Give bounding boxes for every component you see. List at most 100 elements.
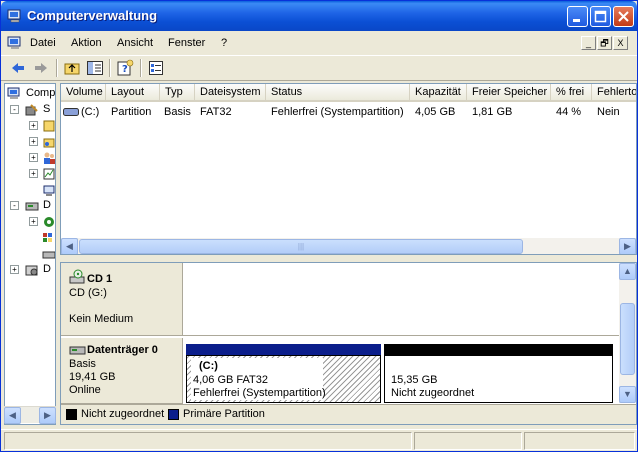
child-close-button[interactable]: X [613,36,628,50]
partition-size: 15,35 GB [391,374,438,386]
minimize-button[interactable] [567,6,588,27]
unallocated-body[interactable]: 15,35 GB Nicht zugeordnet [384,355,613,403]
tree-item-storage[interactable]: - D [5,198,55,214]
child-restore-button[interactable]: 🗗 [597,36,612,50]
expand-button[interactable]: + [29,169,38,178]
forward-arrow-icon[interactable] [32,59,50,77]
disk-media-status: Kein Medium [69,313,134,325]
show-hide-tree-icon[interactable] [86,59,104,77]
column-header-dateisystem[interactable]: Dateisystem [195,84,266,102]
cell-volume: (C:) [81,106,100,118]
disk-info-cd[interactable]: CD 1 CD (G:) Kein Medium [61,263,183,336]
partition-size: 4,06 GB FAT32 [193,374,269,386]
cell-dateisystem: FAT32 [200,106,232,118]
properties-icon[interactable] [147,59,165,77]
disk-row-cd[interactable]: CD 1 CD (G:) Kein Medium [61,263,619,336]
expand-button[interactable]: + [29,121,38,130]
collapse-button[interactable]: - [10,201,19,210]
tree-item-disk-management[interactable] [5,246,55,262]
partition-status: Nicht zugeordnet [391,387,475,399]
shared-folder-icon [43,138,55,148]
menu-fenster[interactable]: Fenster [168,37,205,49]
tree-item-services[interactable]: + D [5,262,55,278]
collapse-button[interactable]: - [10,105,19,114]
disk-size: 19,41 GB [69,371,116,383]
cd-empty-area[interactable] [183,263,619,336]
child-minimize-button[interactable]: _ [581,36,596,50]
scroll-left-button[interactable]: ◀ [4,407,21,424]
menu-aktion[interactable]: Aktion [71,37,102,49]
removable-storage-icon [44,217,54,227]
tree-item-removable-storage[interactable]: + [5,214,55,230]
disk-online-status: Online [69,384,101,396]
status-pane-3 [524,432,635,450]
unallocated-bar [384,344,613,355]
close-button[interactable] [613,6,634,27]
status-bar [1,429,637,451]
menu-ansicht[interactable]: Ansicht [117,37,153,49]
hard-disk-icon [69,346,86,355]
performance-icon [43,168,55,180]
status-pane-main [4,432,412,450]
cell-freier-speicher: 1,81 GB [472,106,513,118]
cd-drive-icon [69,269,85,284]
tree-item-label: Comp [26,87,56,99]
volume-list[interactable]: Volume Layout Typ Dateisystem Status Kap… [60,83,637,255]
tree-horizontal-scrollbar[interactable]: ◀ ▶ [4,406,56,424]
scroll-thumb[interactable]: ||| [79,239,523,254]
scroll-thumb[interactable] [620,303,635,375]
scroll-right-button[interactable]: ▶ [619,238,636,254]
expand-button[interactable]: + [10,265,19,274]
column-header-volume[interactable]: Volume [61,84,106,102]
tree-item-performance[interactable]: + [5,166,55,182]
partition-c-body[interactable]: (C:) 4,06 GB FAT32 Fehlerfrei (Systempar… [186,355,381,403]
legend-unallocated-swatch [66,409,77,420]
disk-graphical-view[interactable]: CD 1 CD (G:) Kein Medium Datenträger 0 B… [60,262,637,425]
tree-item-event-viewer[interactable]: + [5,118,55,134]
column-header-typ[interactable]: Typ [160,84,195,102]
disk-info-disk-0[interactable]: Datenträger 0 Basis 19,41 GB Online [61,338,183,404]
column-header-layout[interactable]: Layout [106,84,160,102]
toolbar-separator [140,59,142,77]
disk-vertical-scrollbar[interactable]: ▲ ▼ [619,263,636,403]
device-manager-icon [43,185,55,196]
expand-button[interactable]: + [29,137,38,146]
tree-item-computer-management[interactable]: Comp [5,86,55,102]
column-header-freier-speicher[interactable]: Freier Speicher [467,84,551,102]
column-header-prozent-frei[interactable]: % frei [551,84,592,102]
tree-item-local-users[interactable]: + [5,150,55,166]
column-header-kapazitat[interactable]: Kapazität [410,84,467,102]
column-header-status[interactable]: Status [266,84,410,102]
scroll-up-button[interactable]: ▲ [619,263,636,280]
menu-datei[interactable]: Datei [30,37,56,49]
tree-item-system[interactable]: - S [5,102,55,118]
list-horizontal-scrollbar[interactable]: ◀ ||| ▶ [61,238,636,254]
up-folder-icon[interactable] [63,59,81,77]
computer-management-icon [7,87,20,99]
scroll-right-button[interactable]: ▶ [39,407,56,424]
users-icon [44,152,55,164]
cell-fehlertoleranz: Nein [597,106,620,118]
scroll-down-button[interactable]: ▼ [619,386,636,403]
disk-row-disk-0[interactable]: Datenträger 0 Basis 19,41 GB Online (C:)… [61,338,619,404]
legend: Nicht zugeordnet Primäre Partition [61,404,636,424]
scroll-left-button[interactable]: ◀ [61,238,78,254]
help-icon[interactable]: ? [116,59,134,77]
column-header-fehlertoleranz[interactable]: Fehlerto [592,84,636,102]
tools-icon [25,104,38,116]
tree-item-device-manager[interactable] [5,182,55,198]
back-arrow-icon[interactable] [9,59,27,77]
menu-help[interactable]: ? [221,37,227,49]
title-bar[interactable]: Computerverwaltung [1,1,637,31]
tree-item-shared-folders[interactable]: + [5,134,55,150]
toolbar: ? [1,55,637,81]
disk-name: CD 1 [87,273,113,285]
storage-icon [25,202,39,211]
maximize-button[interactable] [590,6,611,27]
expand-button[interactable]: + [29,217,38,226]
menu-bar: Datei Aktion Ansicht Fenster ? _ 🗗 X [1,32,637,54]
tree-item-defragmenter[interactable] [5,230,55,246]
mmc-window-icon[interactable] [7,36,23,50]
expand-button[interactable]: + [29,153,38,162]
console-tree[interactable]: Comp - S + + + + - D + + D [4,83,56,425]
